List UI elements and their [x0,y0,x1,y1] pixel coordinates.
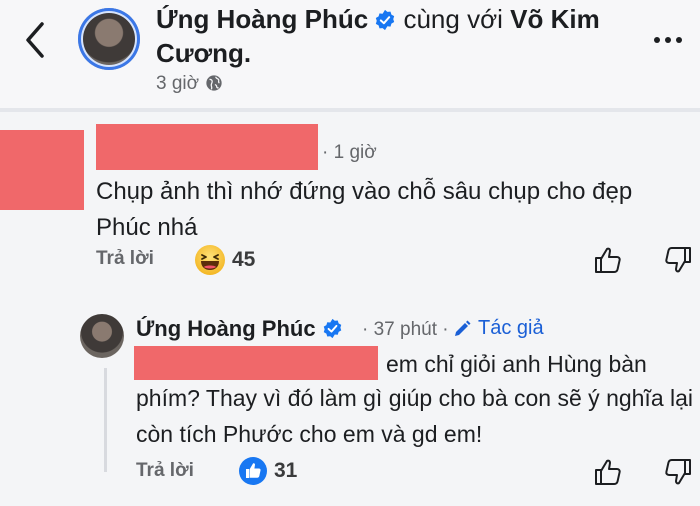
with-text: cùng với [403,4,503,34]
post-author-avatar[interactable] [78,8,140,70]
post-author-name[interactable]: Ứng Hoàng Phúc [156,4,368,34]
thumbs-down-icon[interactable] [662,456,694,488]
like-reaction-icon[interactable] [238,456,268,486]
author-badge: Tác giả [478,317,544,339]
reaction-count: 45 [232,248,256,271]
verified-badge-icon [376,9,395,31]
section-divider [0,108,700,112]
tagged-user-first[interactable]: Võ Kim [510,4,600,34]
reply-button[interactable]: Trả lời [136,460,194,482]
reaction-count: 31 [274,459,298,482]
reply-author-name[interactable]: Ứng Hoàng Phúc [136,316,316,341]
redacted-mention [134,346,378,380]
verified-badge-icon [323,318,341,339]
pencil-icon [455,320,471,336]
thumbs-down-icon[interactable] [662,244,694,276]
post-timestamp: 3 giờ [156,73,223,95]
post-time-text: 3 giờ [156,73,200,94]
thumbs-up-icon[interactable] [592,244,624,276]
tagged-user-second[interactable]: Cương. [156,38,251,69]
reply-timestamp: · 37 phút · [362,319,449,340]
haha-reaction-icon[interactable] [194,244,226,276]
comment-text: Chụp ảnh thì nhớ đứng vào chỗ sâu chụp c… [96,178,633,241]
post-author-line: Ứng Hoàng Phúc cùng với Võ Kim [156,4,600,35]
comment-timestamp: · 1 giờ [322,142,377,163]
more-icon[interactable] [654,30,694,46]
reply-author-line: Ứng Hoàng Phúc [136,316,343,342]
reply-author-avatar[interactable] [80,314,124,358]
redacted-avatar [0,130,84,210]
reply-button[interactable]: Trả lời [96,248,154,270]
reply-text-first-line: em chỉ giỏi anh Hùng bàn [386,351,647,377]
back-arrow-icon[interactable] [18,18,54,62]
redacted-commenter-name [96,124,318,170]
globe-icon [206,75,222,91]
reply-text: phím? Thay vì đó làm gì giúp cho bà con … [136,385,694,447]
thumbs-up-icon[interactable] [592,456,624,488]
thread-line [104,368,107,472]
